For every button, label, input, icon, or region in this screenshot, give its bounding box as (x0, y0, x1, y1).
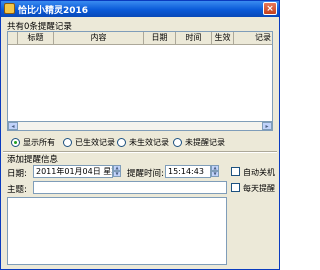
content-textarea[interactable] (7, 197, 227, 265)
records-table[interactable]: 标题 内容 日期 时间 生效 记录 (7, 31, 273, 131)
app-icon (4, 3, 15, 14)
daily-remind-checkbox[interactable] (231, 183, 240, 192)
col-header-record[interactable]: 记录 (234, 32, 272, 44)
window-title: 恰比小精灵2016 (18, 6, 89, 16)
date-label: 日期: (7, 169, 27, 179)
radio-active-label[interactable]: 已生效记录 (75, 137, 115, 148)
down-icon[interactable]: ▼ (211, 171, 219, 177)
scroll-left-icon[interactable]: ◂ (8, 122, 18, 130)
subject-label: 主题: (7, 185, 27, 195)
col-header-date[interactable]: 日期 (144, 32, 176, 44)
horizontal-scrollbar[interactable]: ◂ ▸ (7, 121, 273, 131)
close-button[interactable]: × (263, 2, 277, 15)
time-stepper[interactable]: ▲ ▼ (211, 165, 219, 177)
date-field[interactable]: 2011年01月04日 星期二 (33, 165, 113, 178)
subject-input[interactable] (33, 181, 227, 194)
app-window: 恰比小精灵2016 × 共有0条提醒记录 标题 内容 日期 时间 生效 记录 ◂… (0, 0, 280, 270)
table-header: 标题 内容 日期 时间 生效 记录 (8, 32, 272, 45)
col-header-active[interactable]: 生效 (212, 32, 234, 44)
radio-unreminded-label[interactable]: 未提醒记录 (185, 137, 225, 148)
radio-active[interactable] (63, 138, 72, 147)
time-label: 提醒时间: (127, 169, 164, 179)
radio-show-all[interactable] (11, 138, 20, 147)
radio-unreminded[interactable] (173, 138, 182, 147)
row-indicator-header (8, 32, 18, 44)
date-stepper[interactable]: ▲ ▼ (113, 165, 121, 177)
daily-remind-label[interactable]: 每天提醒 (243, 183, 275, 194)
radio-inactive[interactable] (117, 138, 126, 147)
radio-show-all-label[interactable]: 显示所有 (23, 137, 55, 148)
title-bar[interactable]: 恰比小精灵2016 × (1, 1, 279, 17)
col-header-title[interactable]: 标题 (18, 32, 54, 44)
auto-shutdown-checkbox[interactable] (231, 167, 240, 176)
add-group-label: 添加提醒信息 (7, 155, 59, 165)
auto-shutdown-label[interactable]: 自动关机 (243, 167, 275, 178)
col-header-time[interactable]: 时间 (176, 32, 212, 44)
radio-inactive-label[interactable]: 未生效记录 (129, 137, 169, 148)
scroll-right-icon[interactable]: ▸ (262, 122, 272, 130)
col-header-content[interactable]: 内容 (54, 32, 144, 44)
down-icon[interactable]: ▼ (113, 171, 121, 177)
time-field[interactable]: 15:14:43 (165, 165, 211, 178)
